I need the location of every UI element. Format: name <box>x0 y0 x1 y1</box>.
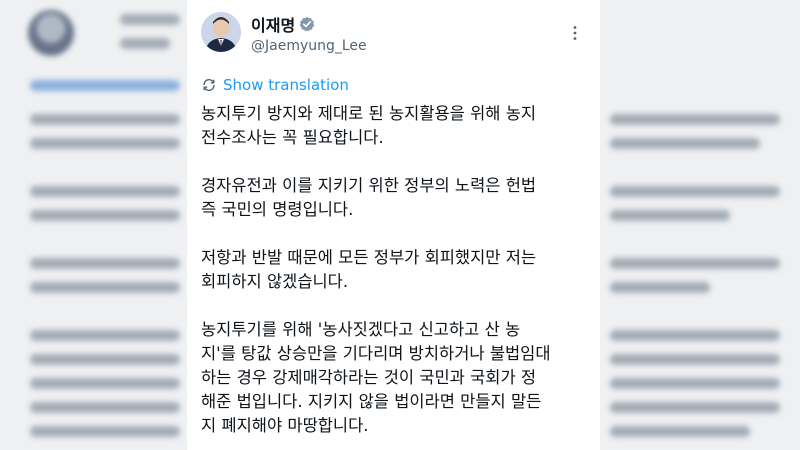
user-handle[interactable]: @Jaemyung_Lee <box>251 38 367 54</box>
show-translation-label: Show translation <box>223 76 349 94</box>
translate-icon <box>201 77 217 93</box>
verified-badge-icon <box>299 16 315 32</box>
blurred-background-right <box>600 0 800 450</box>
tweet-card: 이재명 @Jaemyung_Lee Show translation 농지투기 … <box>187 0 600 450</box>
display-name[interactable]: 이재명 <box>251 12 295 36</box>
tweet-paragraph: 농지투기 방지와 제대로 된 농지활용을 위해 농지 전수조사는 꼭 필요합니다… <box>201 104 537 147</box>
profile-avatar[interactable] <box>201 12 241 52</box>
show-translation-link[interactable]: Show translation <box>201 76 349 94</box>
tweet-text: 농지투기 방지와 제대로 된 농지활용을 위해 농지 전수조사는 꼭 필요합니다… <box>201 102 596 450</box>
tweet-paragraph: 농지투기를 위해 '농사짓겠다고 신고하고 산 농 지'를 탕값 상승만을 기다… <box>201 320 551 435</box>
tweet-header: 이재명 @Jaemyung_Lee <box>201 8 592 60</box>
more-options-icon[interactable] <box>564 22 586 44</box>
tweet-paragraph: 경자유전과 이를 지키기 위한 정부의 노력은 헌법 즉 국민의 명령입니다. <box>201 176 537 219</box>
blurred-background-left <box>0 0 187 450</box>
avatar-portrait-icon <box>201 12 241 52</box>
tweet-paragraph: 저항과 반발 때문에 모든 정부가 회피했지만 저는 회피하지 않겠습니다. <box>201 248 537 291</box>
